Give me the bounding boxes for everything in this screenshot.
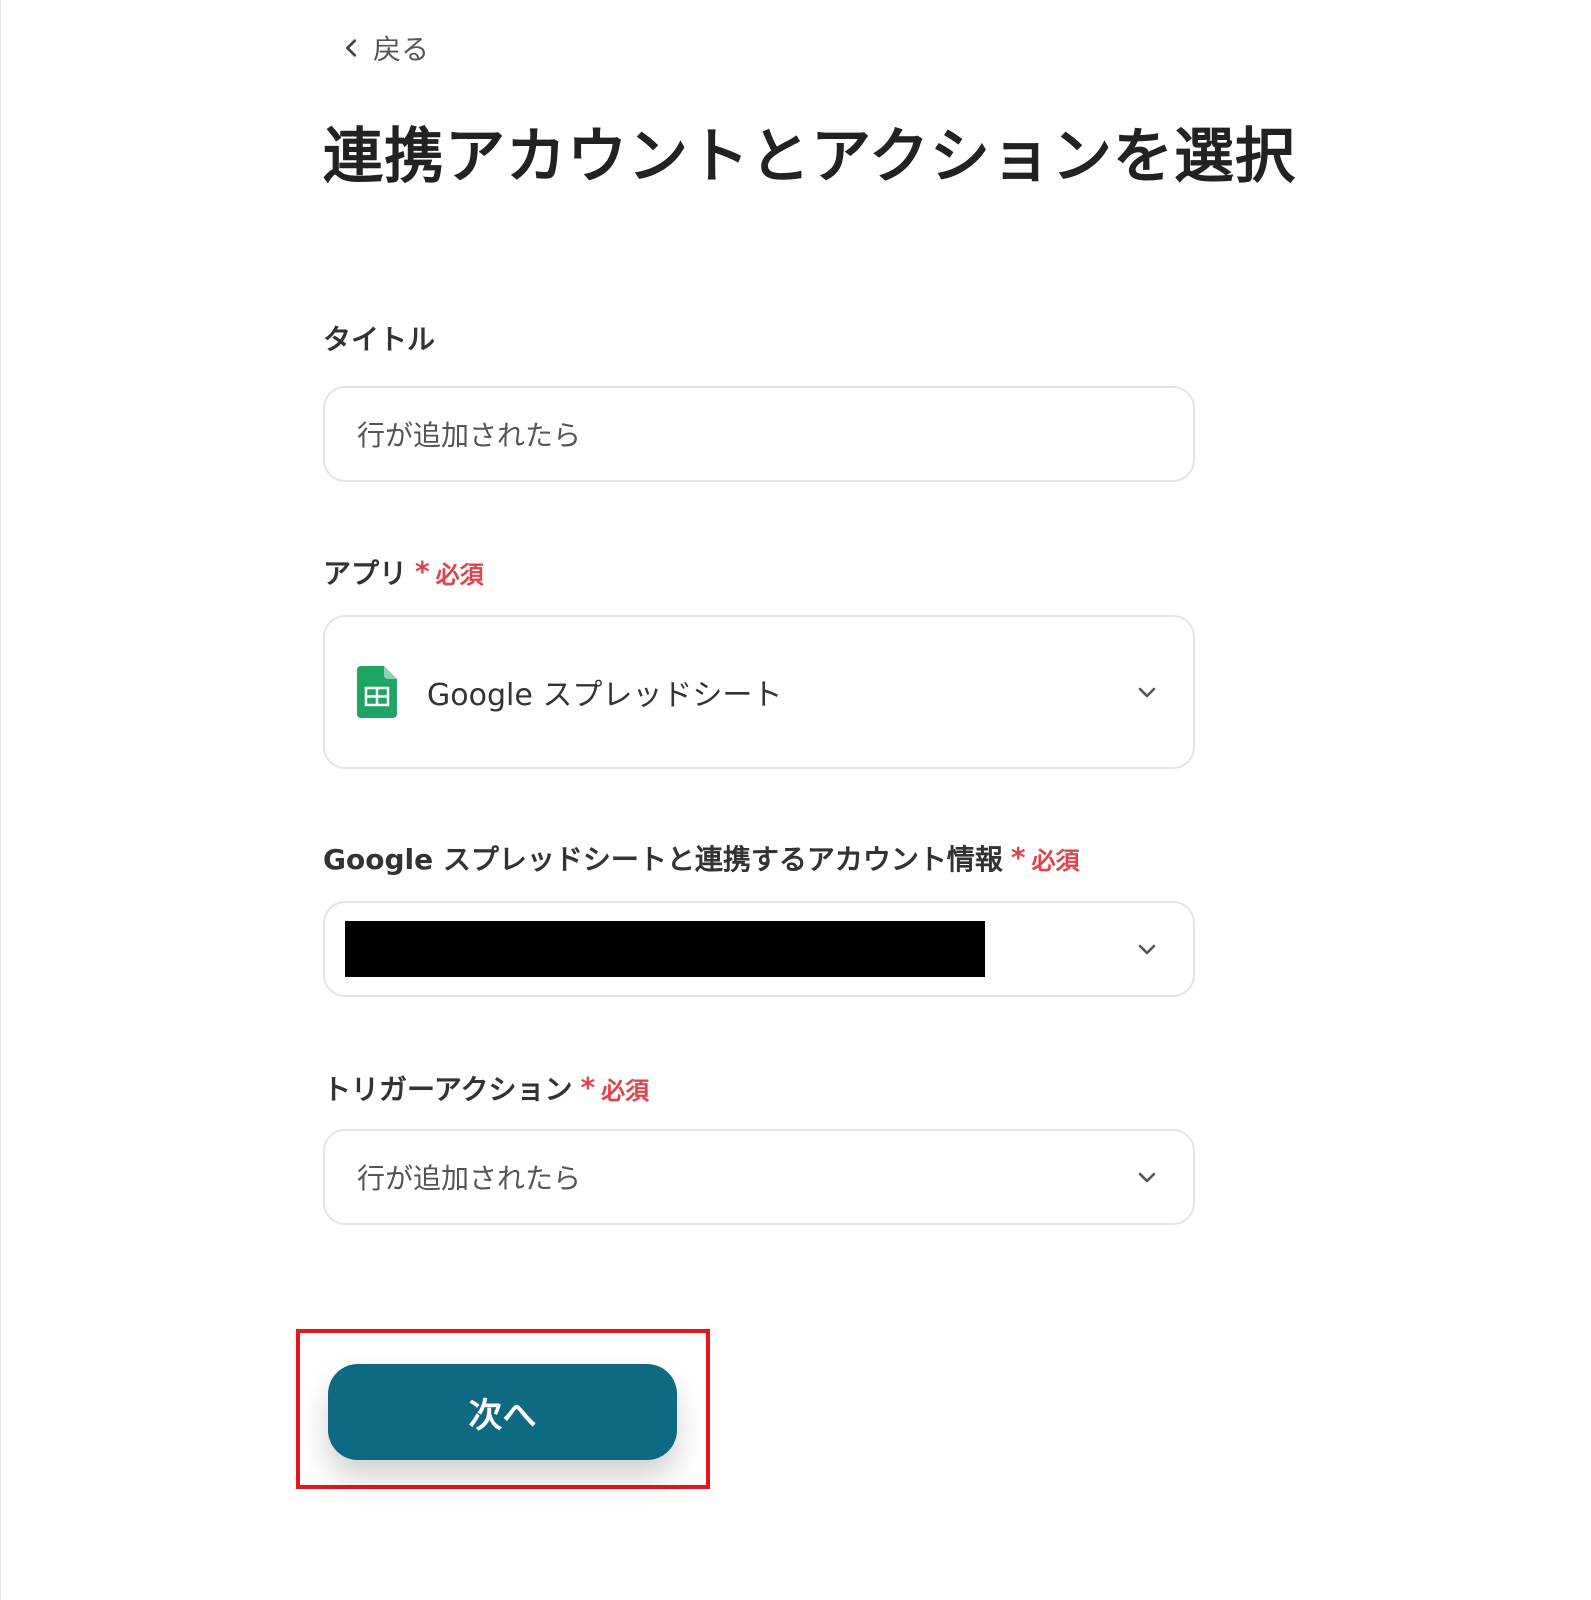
required-text: 必須 xyxy=(1031,846,1080,875)
back-link[interactable]: 戻る xyxy=(341,28,429,68)
asterisk-icon: * xyxy=(1010,841,1026,874)
required-badge: * 必須 xyxy=(415,555,484,590)
page: 戻る 連携アカウントとアクションを選択 タイトル 行が追加されたら アプリ * … xyxy=(0,0,1591,1600)
app-select-value: Google スプレッドシート xyxy=(427,678,783,713)
trigger-select-value: 行が追加されたら xyxy=(357,1162,582,1195)
trigger-label-text: トリガーアクション xyxy=(323,1073,573,1106)
app-label-text: アプリ xyxy=(323,557,408,590)
trigger-select[interactable]: 行が追加されたら xyxy=(323,1129,1195,1225)
required-badge: * 必須 xyxy=(1011,841,1080,876)
back-label: 戻る xyxy=(373,33,430,66)
app-select[interactable]: Google スプレッドシート xyxy=(323,615,1195,769)
next-button[interactable]: 次へ xyxy=(328,1364,677,1460)
account-select[interactable] xyxy=(323,901,1195,997)
title-input-value: 行が追加されたら xyxy=(357,419,582,452)
trigger-field-label: トリガーアクション * 必須 xyxy=(323,1068,649,1108)
app-field-label: アプリ * 必須 xyxy=(323,552,484,592)
chevron-down-icon xyxy=(1138,944,1156,955)
chevron-down-icon xyxy=(1138,687,1156,698)
page-title: 連携アカウントとアクションを選択 xyxy=(323,122,1296,192)
asterisk-icon: * xyxy=(415,555,430,588)
account-field-label: Google スプレッドシートと連携するアカウント情報 * 必須 xyxy=(323,838,1080,878)
required-badge: * 必須 xyxy=(580,1071,649,1106)
title-label-text: タイトル xyxy=(323,323,436,356)
title-input[interactable]: 行が追加されたら xyxy=(323,386,1195,482)
chevron-left-icon xyxy=(346,39,357,57)
title-field-label: タイトル xyxy=(323,318,435,358)
asterisk-icon: * xyxy=(580,1071,596,1104)
redacted-account-value xyxy=(345,921,985,977)
chevron-down-icon xyxy=(1138,1172,1156,1183)
account-label-text: Google スプレッドシートと連携するアカウント情報 xyxy=(323,843,1003,876)
required-text: 必須 xyxy=(435,560,484,589)
google-sheets-icon xyxy=(357,666,397,718)
required-text: 必須 xyxy=(601,1076,650,1105)
